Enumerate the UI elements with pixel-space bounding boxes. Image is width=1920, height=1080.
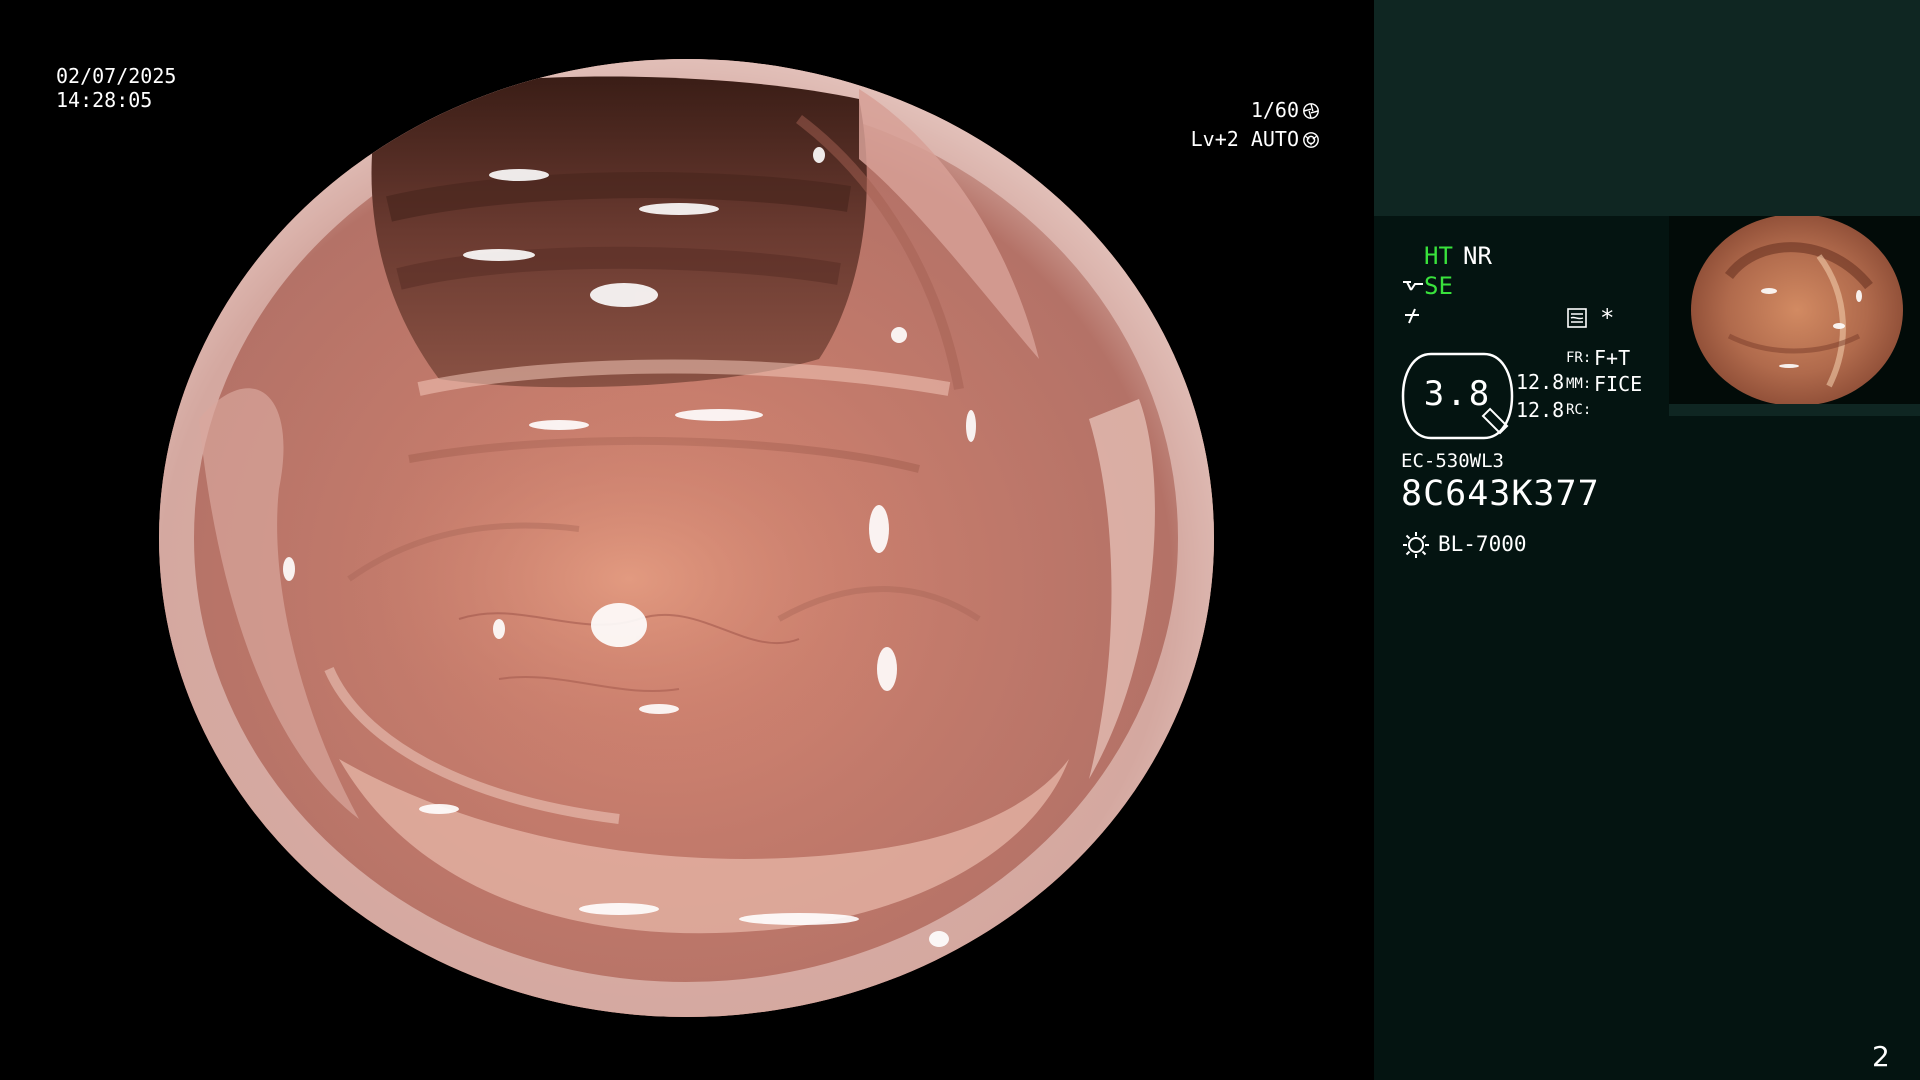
nr-indicator: NR — [1463, 242, 1492, 270]
scope-serial: 8C643K377 — [1401, 474, 1600, 514]
thumbnail-image — [1669, 216, 1920, 416]
cut-icon — [1405, 308, 1419, 324]
star-indicator: * — [1600, 304, 1615, 332]
image-mode-icon — [1567, 308, 1587, 328]
thumbnail-caption-bar — [1669, 404, 1920, 416]
zoom-value: 3.8 — [1423, 374, 1492, 414]
value-readout-2: 12.8 — [1516, 398, 1565, 422]
iris-mode-value: Lv+2 AUTO — [1190, 127, 1299, 151]
page-number: 2 — [1872, 1040, 1890, 1073]
ht-indicator: HT — [1424, 242, 1453, 270]
light-source: BL-7000 — [1438, 532, 1527, 556]
aperture-icon — [1303, 103, 1319, 119]
rc-label: RC: — [1566, 402, 1592, 418]
fr-value: F+T — [1594, 346, 1631, 370]
iris-mode-readout: Lv+2 AUTO — [1191, 127, 1320, 151]
light-source-icon — [1403, 532, 1429, 558]
structure-enhance-icon — [1403, 281, 1423, 291]
colon-lumen-image — [159, 59, 1214, 1017]
mm-label: MM: — [1566, 376, 1592, 392]
se-indicator: SE — [1424, 272, 1453, 300]
shutter-speed-value: 1/60 — [1250, 98, 1299, 122]
fr-label: FR: — [1566, 350, 1592, 366]
endoscopy-monitor: 02/07/2025 14:28:05 1/60 Lv+2 AUTO HT NR… — [0, 0, 1920, 1080]
exam-time: 14:28:05 — [56, 88, 153, 112]
iris-icon — [1303, 132, 1319, 148]
info-panel-header-area — [1374, 0, 1920, 216]
info-panel: HT NR SE * 3.8 12.8 12.8 FR: F+T MM: FIC… — [1374, 0, 1920, 1080]
mm-value: FICE — [1594, 372, 1643, 396]
value-readout-1: 12.8 — [1516, 370, 1565, 394]
scope-model: EC-530WL3 — [1401, 450, 1504, 472]
thumbnail-preview[interactable] — [1669, 216, 1920, 416]
shutter-speed-readout: 1/60 — [1251, 98, 1320, 122]
endoscope-video-view — [159, 59, 1214, 1017]
exam-date: 02/07/2025 — [56, 64, 177, 88]
